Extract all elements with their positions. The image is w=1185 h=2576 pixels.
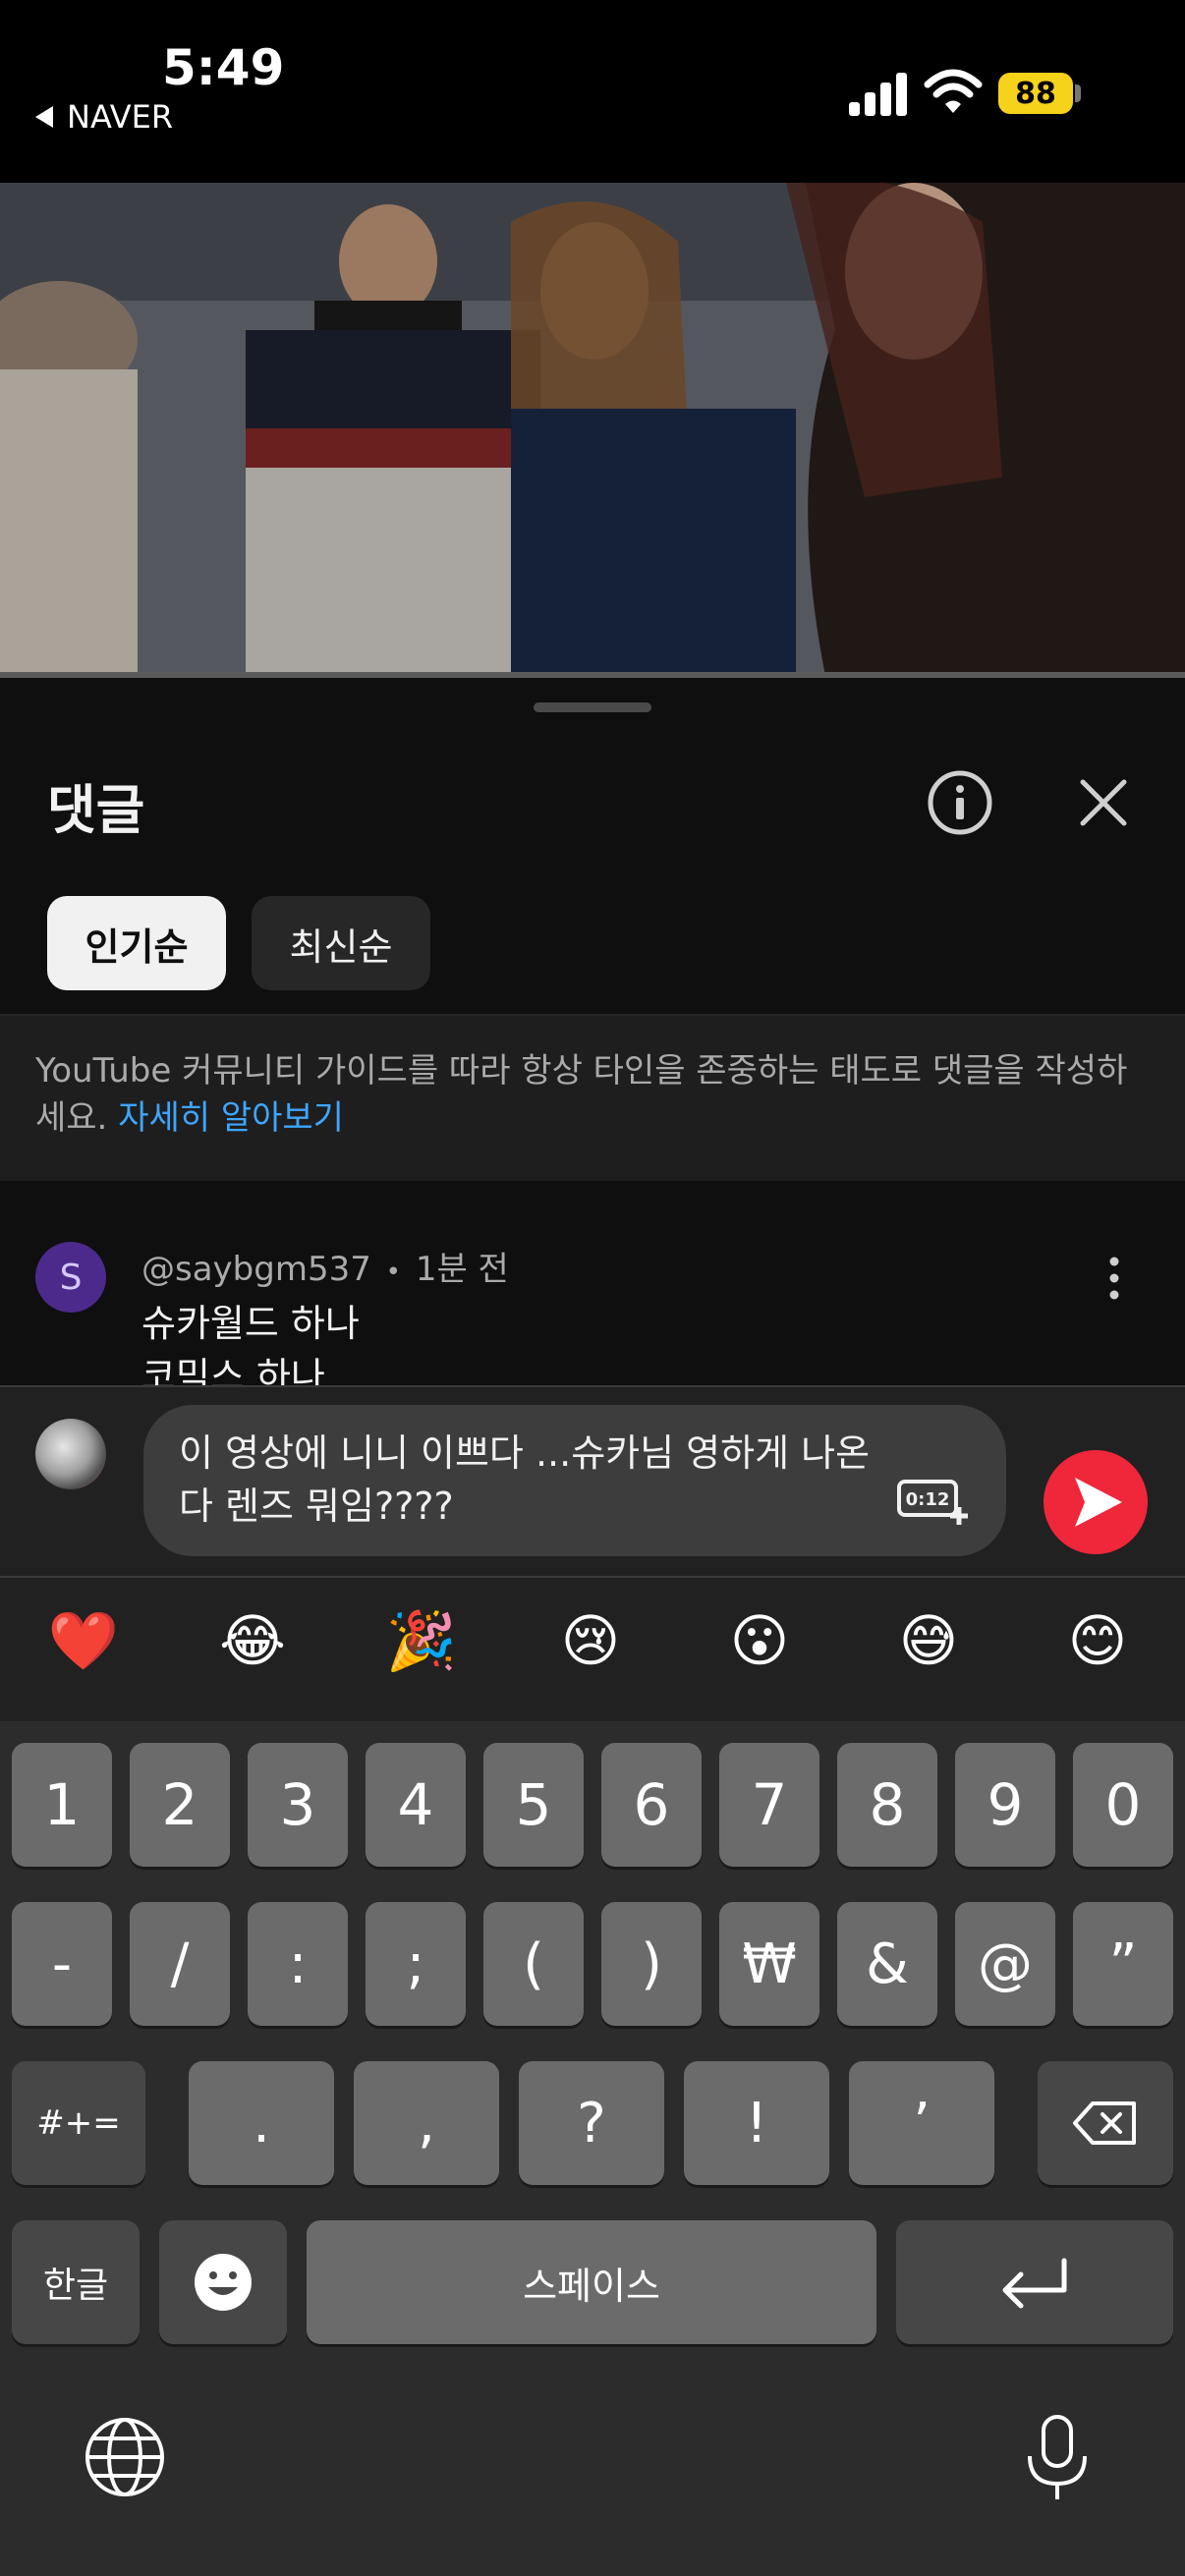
key-semicolon[interactable]: ; [366,1902,466,2026]
battery-nub [1075,84,1081,102]
key-6[interactable]: 6 [601,1743,702,1867]
key-7[interactable]: 7 [719,1743,819,1867]
close-icon[interactable] [1069,768,1138,837]
key-at[interactable]: @ [955,1902,1055,2026]
smiley-icon [195,2254,252,2311]
comment-time: 1분 전 [415,1250,509,1289]
send-button[interactable] [1044,1450,1148,1554]
key-exclamation[interactable]: ! [684,2061,829,2185]
back-app-label: NAVER [67,98,174,136]
cellular-signal-icon [849,71,907,116]
learn-more-link[interactable]: 자세히 알아보기 [118,1098,344,1138]
key-close-paren[interactable]: ) [601,1902,702,2026]
battery-indicator: 88 [998,73,1073,114]
wifi-icon [924,69,983,113]
key-colon[interactable]: : [248,1902,348,2026]
key-ampersand[interactable]: & [837,1902,937,2026]
emoji-party[interactable]: 🎉 [377,1607,466,1675]
key-question[interactable]: ? [519,2061,664,2185]
guideline-text: YouTube 커뮤니티 가이드를 따라 항상 타인을 존중하는 태도로 댓글을… [35,1047,1156,1142]
key-more-symbols[interactable]: #+= [12,2061,145,2185]
timestamp-icon[interactable]: 0:12 [896,1476,973,1527]
drag-handle[interactable] [534,702,651,712]
comment-line-1: 슈카월드 하나 [141,1302,360,1345]
comments-title: 댓글 [47,779,145,841]
backspace-icon [1073,2101,1136,2145]
key-period[interactable]: . [189,2061,334,2185]
user-avatar [35,1419,106,1489]
emoji-crying[interactable]: 😢 [546,1607,635,1674]
return-icon [1002,2258,1067,2309]
key-korean[interactable]: 한글 [12,2220,140,2344]
space-key[interactable]: 스페이스 [307,2220,876,2344]
return-key[interactable] [896,2220,1173,2344]
key-hyphen[interactable]: - [12,1902,112,2026]
key-open-paren[interactable]: ( [483,1902,584,2026]
microphone-icon[interactable] [1022,2413,1093,2503]
key-comma[interactable]: , [354,2061,499,2185]
comment-input-text[interactable]: 이 영상에 니니 이쁘다 ...슈카님 영하게 나온다 렌즈 뭐임???? [179,1427,886,1533]
sort-chip-newest[interactable]: 최신순 [252,896,430,990]
key-won[interactable]: ₩ [719,1902,819,2026]
key-4[interactable]: 4 [366,1743,466,1867]
comment-meta: @saybgm537 • 1분 전 [141,1242,509,1290]
video-player[interactable] [0,183,1185,676]
key-5[interactable]: 5 [483,1743,584,1867]
back-to-app-link[interactable]: NAVER [35,98,173,136]
key-slash[interactable]: / [130,1902,230,2026]
emoji-heart[interactable]: ❤️ [39,1607,128,1675]
back-arrow-icon [35,106,53,128]
comment-line-2: 코믹스 하나 [141,1355,325,1385]
emoji-surprised[interactable]: 😮 [715,1607,804,1674]
emoji-laughing[interactable]: 😂 [208,1607,297,1674]
more-options-icon[interactable] [1095,1254,1134,1303]
backspace-key[interactable] [1038,2061,1173,2185]
key-1[interactable]: 1 [12,1743,112,1867]
sort-chip-top[interactable]: 인기순 [47,896,226,990]
info-icon[interactable] [926,768,994,837]
commenter-avatar[interactable]: S [35,1242,106,1313]
key-2[interactable]: 2 [130,1743,230,1867]
video-frame [0,183,1185,676]
send-icon [1075,1478,1122,1527]
globe-icon[interactable] [83,2415,167,2499]
timestamp-label: 0:12 [906,1489,950,1510]
emoji-smile[interactable]: 😊 [1053,1607,1142,1674]
comment-body: 슈카월드 하나 코믹스 하나 [141,1297,1026,1385]
key-3[interactable]: 3 [248,1743,348,1867]
key-8[interactable]: 8 [837,1743,937,1867]
meta-separator: • [385,1258,402,1287]
emoji-sweat-smile[interactable]: 😅 [884,1607,973,1674]
status-time: 5:49 [162,39,285,96]
key-0[interactable]: 0 [1073,1743,1173,1867]
key-quote[interactable]: ” [1073,1902,1173,2026]
emoji-key[interactable] [159,2220,287,2344]
key-apostrophe[interactable]: ’ [849,2061,994,2185]
key-9[interactable]: 9 [955,1743,1055,1867]
comment-author[interactable]: @saybgm537 [141,1250,371,1289]
